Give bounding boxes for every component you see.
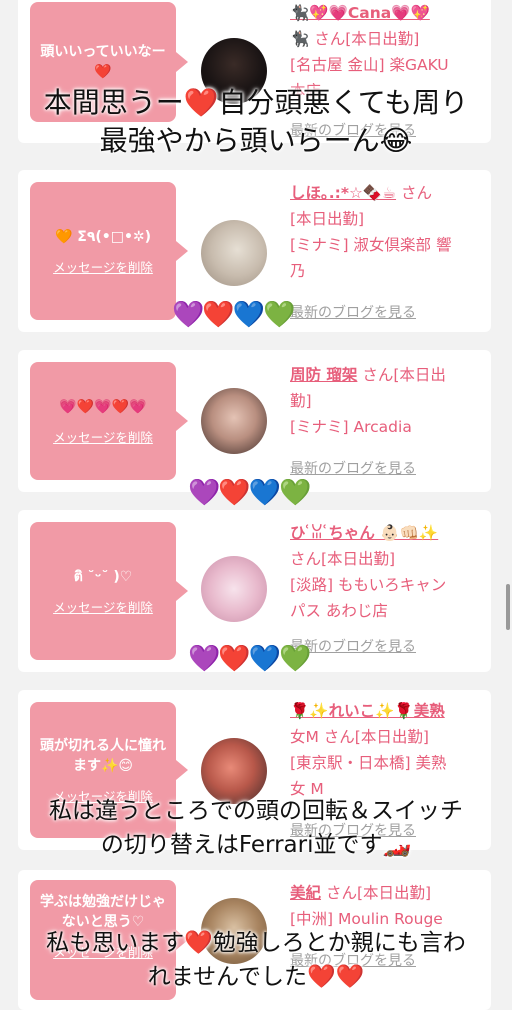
shop-link[interactable]: [淡路] ももいろキャン — [290, 572, 480, 598]
latest-blog-link[interactable]: 最新のブログを見る — [290, 302, 416, 322]
delete-message-link[interactable]: メッセージを削除 — [53, 257, 153, 276]
profile-info: ひ ͑ꈍ ͑ちゃん 👶🏻👊🏻✨ さん[本日出勤] [淡路] ももいろキャン パス… — [290, 520, 480, 624]
profile-name-link[interactable]: 美紀 — [290, 884, 321, 902]
message-bubble: ติ ˘ᵕ˘ )♡ メッセージを削除 — [30, 522, 188, 660]
profile-name-link[interactable]: 🌹✨れいこ✨🌹美熟 — [290, 698, 480, 724]
scrollbar[interactable] — [506, 584, 510, 630]
profile-info: しほ｡.:*☆🍫☕ さん [本日出勤] [ミナミ] 淑女倶楽部 響 乃 — [290, 180, 480, 284]
shop-link[interactable]: [ミナミ] Arcadia — [290, 414, 480, 440]
hearts-sticker: 💜❤️💙💚 — [188, 644, 311, 674]
info-line: 🐈‍⬛ さん[本日出勤] — [290, 30, 420, 48]
caption-line: 最強やから頭いらーん😂 — [99, 124, 413, 157]
info-line: [本日出勤] — [290, 210, 365, 228]
san-label: さん[本日出勤] — [321, 884, 432, 902]
shop-link[interactable]: 乃 — [290, 258, 480, 284]
hearts-sticker: 💜❤️💙💚 — [188, 478, 311, 508]
message-text: 💗❤️💗❤️💗 — [59, 398, 147, 415]
shop-link[interactable]: パス あわじ店 — [290, 598, 480, 624]
message-text: 頭が切れる人に憧れます✨😊 — [40, 737, 166, 774]
caption-overlay: 私は違うところでの頭の回転＆スイッチ の切り替えはFerrari並です🏎️ — [0, 794, 512, 862]
profile-name-link[interactable]: しほ｡.:*☆🍫☕ — [290, 184, 396, 202]
info-line: 勤] — [290, 392, 312, 410]
caption-line: 本間思うー❤️自分頭悪くても周り — [43, 86, 469, 119]
delete-message-link[interactable]: メッセージを削除 — [53, 597, 153, 616]
message-bubble: 🧡 Σ٩(•□•✲) メッセージを削除 — [30, 182, 188, 320]
caption-line: 私も思います❤️勉強しろとか親にも言わ — [46, 930, 466, 956]
avatar[interactable] — [201, 220, 267, 286]
san-label: さん[本日出 — [357, 366, 446, 384]
caption-overlay: 私も思います❤️勉強しろとか親にも言わ れませんでした❤️❤️ — [0, 926, 512, 994]
message-text: ติ ˘ᵕ˘ )♡ — [73, 568, 133, 585]
san-label: さん — [396, 184, 432, 202]
message-text: 🧡 Σ٩(•□•✲) — [54, 228, 152, 245]
info-line: さん[本日出勤] — [290, 550, 396, 568]
caption-overlay: 本間思うー❤️自分頭悪くても周り 最強やから頭いらーん😂 — [0, 84, 512, 160]
message-text: 頭いいっていいなー❤️ — [40, 44, 166, 80]
shop-link[interactable]: [東京駅・日本橋] 美熟 — [290, 750, 480, 776]
profile-info: 美紀 さん[本日出勤] [中洲] Moulin Rouge — [290, 880, 480, 932]
profile-name-link[interactable]: 🐈‍⬛💖💗Cana💗💖 — [290, 0, 480, 26]
shop-link[interactable]: [名古屋 金山] 楽GAKU — [290, 52, 480, 78]
latest-blog-link[interactable]: 最新のブログを見る — [290, 458, 416, 478]
info-line: 女M さん[本日出勤] — [290, 728, 429, 746]
profile-info: 🌹✨れいこ✨🌹美熟 女M さん[本日出勤] [東京駅・日本橋] 美熟 女 M — [290, 698, 480, 802]
profile-name-link[interactable]: ひ ͑ꈍ ͑ちゃん 👶🏻👊🏻✨ — [290, 520, 480, 546]
hearts-sticker: 💜❤️💙💚 — [172, 300, 295, 330]
caption-line: 私は違うところでの頭の回転＆スイッチ — [49, 798, 463, 824]
post-card: 💗❤️💗❤️💗 メッセージを削除 周防 瑠架 さん[本日出 勤] [ミナミ] A… — [18, 350, 491, 492]
avatar[interactable] — [201, 556, 267, 622]
caption-line: の切り替えはFerrari並です🏎️ — [100, 832, 412, 858]
profile-name-link[interactable]: 周防 瑠架 — [290, 366, 357, 384]
shop-link[interactable]: [ミナミ] 淑女倶楽部 響 — [290, 232, 480, 258]
delete-message-link[interactable]: メッセージを削除 — [53, 427, 153, 446]
message-bubble: 💗❤️💗❤️💗 メッセージを削除 — [30, 362, 188, 480]
avatar[interactable] — [201, 388, 267, 454]
profile-info: 周防 瑠架 さん[本日出 勤] [ミナミ] Arcadia — [290, 362, 480, 440]
caption-line: れませんでした❤️❤️ — [147, 964, 365, 990]
